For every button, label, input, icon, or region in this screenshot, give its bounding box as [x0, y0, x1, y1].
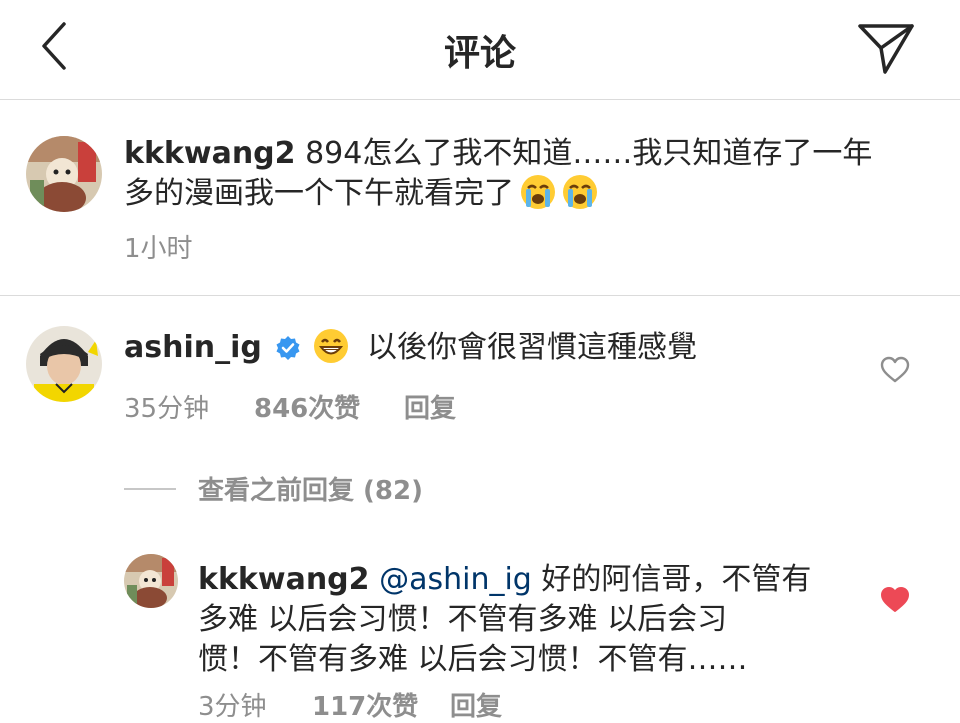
reply-username[interactable]: kkkwang2 — [198, 562, 370, 597]
caption-username[interactable]: kkkwang2 — [124, 136, 296, 171]
view-previous-replies-button[interactable]: 查看之前回复 (82) — [198, 470, 423, 507]
verified-badge-icon — [275, 332, 301, 372]
avatar-image — [124, 554, 178, 608]
comment-username[interactable]: ashin_ig — [124, 330, 262, 365]
reply-text-line3: 惯！不管有多难 以后会习惯！不管有…… — [198, 642, 748, 677]
reply-button[interactable]: 回复 — [404, 388, 456, 425]
like-button[interactable] — [880, 356, 910, 388]
direct-send-icon — [858, 24, 914, 74]
caption-timestamp: 1小时 — [124, 234, 193, 264]
like-button[interactable] — [880, 586, 910, 618]
reply-item: kkkwang2 @ashin_ig 好的阿信哥，不管有 多难 以后会习惯！不管… — [0, 548, 960, 723]
comment-likes-count[interactable]: 846次赞 — [254, 388, 360, 425]
heart-outline-icon — [880, 356, 910, 383]
avatar-image — [26, 136, 102, 212]
reply-text: kkkwang2 @ashin_ig 好的阿信哥，不管有 多难 以后会习惯！不管… — [198, 560, 858, 680]
reply-likes-count[interactable]: 117次赞 — [312, 686, 418, 723]
caption-text-line2: 多的漫画我一个下午就看完了 — [124, 176, 514, 211]
avatar[interactable] — [26, 326, 102, 402]
post-caption: kkkwang2 894怎么了我不知道……我只知道存了一年 多的漫画我一个下午就… — [0, 100, 960, 296]
reply-timestamp: 3分钟 — [198, 692, 267, 722]
mention-link[interactable]: @ashin_ig — [379, 562, 532, 597]
reply-text-line1: 好的阿信哥，不管有 — [541, 562, 812, 597]
grinning-face-icon — [313, 328, 349, 375]
top-nav-bar: 评论 — [0, 0, 960, 100]
loudly-crying-face-icon — [562, 174, 598, 221]
avatar[interactable] — [26, 136, 102, 212]
comment-body: 以後你會很習慣這種感覺 — [366, 330, 697, 365]
avatar[interactable] — [124, 554, 178, 608]
divider-line — [124, 488, 176, 490]
page-title: 评论 — [443, 33, 516, 74]
comment-item: ashin_ig 以後你會很習慣這種感覺 35分钟 846次赞 回复 — [0, 296, 960, 456]
reply-button[interactable]: 回复 — [450, 686, 502, 723]
avatar-image — [26, 326, 102, 402]
comment-timestamp: 35分钟 — [124, 394, 210, 424]
heart-filled-icon — [881, 587, 909, 612]
share-button[interactable] — [854, 18, 918, 78]
caption-text: kkkwang2 894怎么了我不知道……我只知道存了一年 多的漫画我一个下午就… — [124, 134, 924, 221]
caption-text-line1: 894怎么了我不知道……我只知道存了一年 — [305, 136, 873, 171]
reply-text-line2: 多难 以后会习惯！不管有多难 以后会习 — [198, 602, 728, 637]
comment-text: ashin_ig 以後你會很習慣這種感覺 — [124, 328, 844, 375]
loudly-crying-face-icon — [520, 174, 556, 221]
